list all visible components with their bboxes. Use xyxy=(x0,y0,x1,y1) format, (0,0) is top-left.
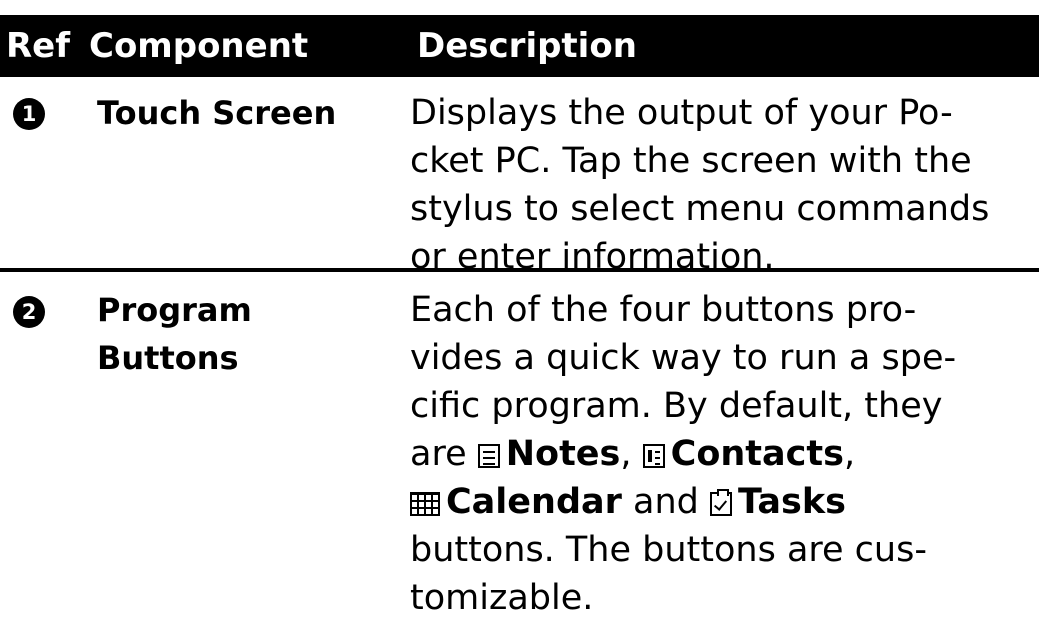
description-line: Displays the output of your Po- xyxy=(410,93,953,133)
notes-label: Notes xyxy=(505,434,621,474)
description-line: vides a quick way to run a spe- xyxy=(410,338,957,378)
description-line: tomizable. xyxy=(410,578,594,618)
header-ref: Ref xyxy=(6,26,71,66)
table-header: Ref Component Description xyxy=(0,15,1039,77)
tasks-icon xyxy=(710,489,732,516)
description-line-buttons: are Notes, Contacts, xyxy=(410,430,1035,478)
table-row: 1 Touch Screen Displays the output of yo… xyxy=(0,77,1039,277)
component-table: Ref Component Description 1 Touch Screen… xyxy=(0,0,1039,618)
description-line: cific program. By default, they xyxy=(410,386,943,426)
description-line: stylus to select menu commands xyxy=(410,189,990,229)
description-line-buttons-2: Calendar and Tasks xyxy=(410,478,1035,526)
description-program-buttons: Each of the four buttons pro- vides a qu… xyxy=(410,286,1035,622)
separator: , xyxy=(620,434,643,474)
calendar-label: Calendar xyxy=(446,482,622,522)
description-line: Each of the four buttons pro- xyxy=(410,290,917,330)
description-touch-screen: Displays the output of your Po- cket PC.… xyxy=(410,89,1035,281)
ref-1-badge: 1 xyxy=(13,98,45,130)
contacts-icon xyxy=(642,444,665,468)
contacts-label: Contacts xyxy=(670,434,844,474)
component-line: Buttons xyxy=(97,339,239,377)
notes-icon xyxy=(477,444,500,468)
table-row: 2 Program Buttons Each of the four butto… xyxy=(0,272,1039,618)
header-component: Component xyxy=(89,26,309,66)
component-line: Program xyxy=(97,291,252,329)
separator: , xyxy=(843,434,856,474)
component-program-buttons: Program Buttons xyxy=(97,286,252,382)
conjunction: and xyxy=(621,482,710,522)
ref-2-badge: 2 xyxy=(13,296,45,328)
calendar-icon xyxy=(410,492,440,516)
header-description: Description xyxy=(417,26,637,66)
description-line: buttons. The buttons are cus- xyxy=(410,530,927,570)
component-line: Touch Screen xyxy=(97,94,337,132)
tasks-label: Tasks xyxy=(738,482,846,522)
component-touch-screen: Touch Screen xyxy=(97,89,336,137)
buttons-prefix: are xyxy=(410,434,478,474)
description-line: cket PC. Tap the screen with the xyxy=(410,141,972,181)
